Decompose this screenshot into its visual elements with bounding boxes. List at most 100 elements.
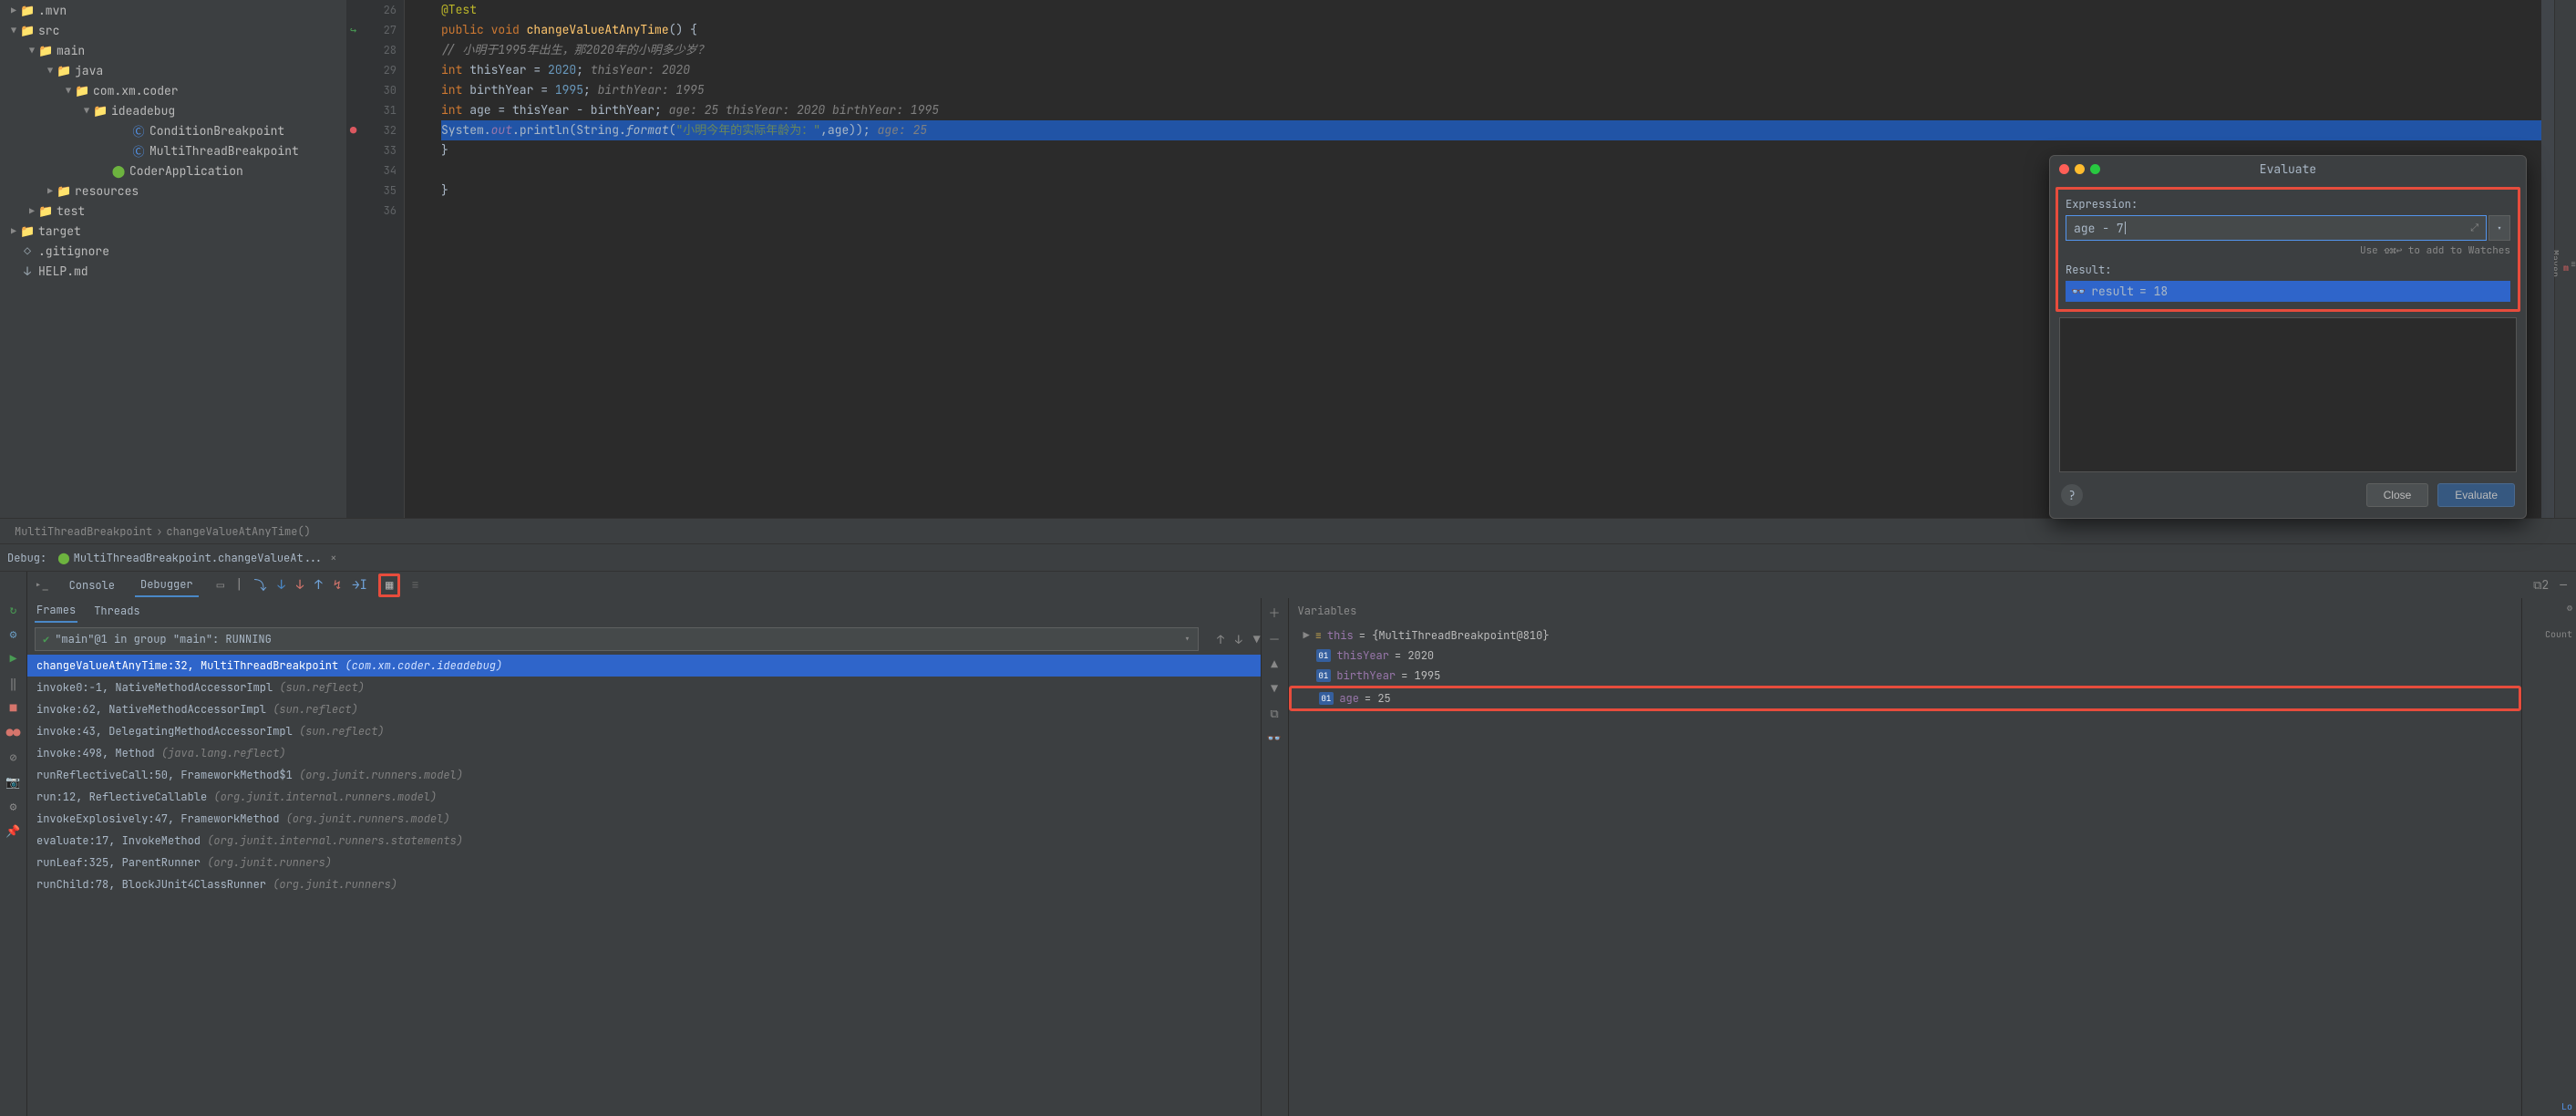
glasses-icon[interactable]: 👓 — [1267, 730, 1282, 746]
stack-frame[interactable]: runLeaf:325, ParentRunner (org.junit.run… — [27, 852, 1261, 873]
expand-icon[interactable]: ⤢ — [2470, 222, 2478, 234]
tree-item[interactable]: ▼📁src — [0, 20, 346, 40]
duplicate-icon[interactable]: ⧉ — [1270, 706, 1278, 721]
tree-item[interactable]: ▶📁resources — [0, 181, 346, 201]
resume-icon[interactable]: ▶ — [10, 651, 17, 666]
editor[interactable]: 26↪2728293031●3233343536 @Testpublic voi… — [346, 0, 2554, 518]
rerun-col — [0, 572, 27, 599]
count-label: Count — [2526, 628, 2572, 640]
close-button[interactable]: Close — [2366, 483, 2429, 507]
close-tab-icon[interactable]: × — [330, 551, 336, 565]
run-to-cursor-icon[interactable]: →I — [352, 577, 367, 594]
hide-icon[interactable]: — — [2560, 577, 2567, 593]
trace-icon[interactable]: ≡ — [411, 577, 418, 594]
history-dropdown[interactable]: ▾ — [2488, 215, 2510, 241]
tree-item[interactable]: ▼📁java — [0, 60, 346, 80]
rerun-icon[interactable]: ↻ — [10, 602, 17, 617]
step-out-icon[interactable]: ↑ — [314, 577, 322, 594]
stack-frame[interactable]: invoke:43, DelegatingMethodAccessorImpl … — [27, 720, 1261, 742]
tree-item[interactable]: ⒸConditionBreakpoint — [0, 120, 346, 140]
variable-row[interactable]: 01age = 25 — [1289, 686, 2522, 711]
chevron-down-icon[interactable]: ▾ — [1184, 632, 1190, 646]
dialog-titlebar[interactable]: Evaluate — [2050, 156, 2526, 181]
console-icon[interactable]: ▸_ — [35, 577, 49, 593]
minimize-icon[interactable] — [2075, 164, 2085, 174]
editor-scrollbar[interactable] — [2541, 0, 2554, 518]
prev-frame-icon[interactable]: ↑ — [1217, 632, 1224, 647]
next-frame-icon[interactable]: ↓ — [1235, 632, 1242, 647]
tree-item[interactable]: ⒸMultiThreadBreakpoint — [0, 140, 346, 160]
stack-frame[interactable]: evaluate:17, InvokeMethod (org.junit.int… — [27, 830, 1261, 852]
view-breakpoints-icon[interactable]: ●● — [6, 725, 21, 740]
pause-icon[interactable]: ‖ — [10, 676, 17, 691]
thread-dump-icon[interactable]: ⧉2 — [2533, 577, 2549, 593]
stack-frame[interactable]: runReflectiveCall:50, FrameworkMethod$1 … — [27, 764, 1261, 786]
breadcrumbs[interactable]: MultiThreadBreakpoint › changeValueAtAny… — [0, 518, 2576, 543]
breadcrumb-method[interactable]: changeValueAtAnyTime() — [166, 524, 310, 539]
gear-icon[interactable]: ⚙ — [2567, 602, 2572, 614]
result-row[interactable]: 👓 result = 18 — [2066, 281, 2510, 302]
help-button[interactable]: ? — [2061, 484, 2083, 506]
threads-tab[interactable]: Threads — [94, 604, 139, 618]
down-icon[interactable]: ▼ — [1271, 681, 1278, 697]
breadcrumb-class[interactable]: MultiThreadBreakpoint — [15, 524, 152, 539]
evaluate-button[interactable]: Evaluate — [2437, 483, 2515, 507]
tree-item[interactable]: ◇.gitignore — [0, 241, 346, 261]
step-into-icon[interactable]: ↓ — [277, 577, 284, 594]
frames-list[interactable]: changeValueAtAnyTime:32, MultiThreadBrea… — [27, 655, 1261, 895]
stack-frame[interactable]: runChild:78, BlockJUnit4ClassRunner (org… — [27, 873, 1261, 895]
remove-watch-icon[interactable]: － — [1268, 630, 1280, 647]
variables-list[interactable]: ▶ ≡this = {MultiThreadBreakpoint@810}01t… — [1289, 624, 2522, 713]
stack-frame[interactable]: invoke:62, NativeMethodAccessorImpl (sun… — [27, 698, 1261, 720]
expression-input[interactable]: age - 7 ⤢ — [2066, 215, 2487, 241]
up-icon[interactable]: ▲ — [1271, 656, 1278, 672]
snapshot-icon[interactable]: 📷 — [5, 774, 20, 790]
debugger-tab[interactable]: Debugger — [135, 574, 199, 597]
tree-item[interactable]: ▶📁target — [0, 221, 346, 241]
debug-toolwindow-header[interactable]: Debug: ⬤ MultiThreadBreakpoint.changeVal… — [0, 543, 2576, 571]
result-name: result — [2091, 284, 2134, 299]
stack-frame[interactable]: invokeExplosively:47, FrameworkMethod (o… — [27, 808, 1261, 830]
debug-toolbar: ▸_ Console Debugger ▭ | ⤵ ↓ ↓ ↑ ↯ →I ▦ ≡… — [0, 571, 2576, 598]
tree-item[interactable]: ▼📁com.xm.coder — [0, 80, 346, 100]
new-watch-icon[interactable]: ＋ — [1268, 604, 1280, 621]
log-link[interactable]: Lo — [2526, 1100, 2572, 1112]
step-over-icon[interactable]: ⤵ — [253, 576, 266, 594]
filter-icon[interactable]: ▼ — [1253, 632, 1261, 647]
console-tab[interactable]: Console — [64, 574, 120, 596]
tree-item[interactable]: ▼📁main — [0, 40, 346, 60]
debug-config-name[interactable]: MultiThreadBreakpoint.changeValueAt... — [74, 551, 324, 565]
pin-icon[interactable]: 📌 — [5, 823, 20, 839]
stack-frame[interactable]: invoke0:-1, NativeMethodAccessorImpl (su… — [27, 677, 1261, 698]
tree-item[interactable]: ▶📁test — [0, 201, 346, 221]
stack-frame[interactable]: changeValueAtAnyTime:32, MultiThreadBrea… — [27, 655, 1261, 677]
mute-breakpoints-icon[interactable]: ⊘ — [10, 749, 17, 765]
variables-panel: Variables ▶ ≡this = {MultiThreadBreakpoi… — [1288, 598, 2522, 1116]
zoom-icon[interactable] — [2090, 164, 2100, 174]
tree-item[interactable]: ▶📁.mvn — [0, 0, 346, 20]
variable-row[interactable]: 01birthYear = 1995 — [1289, 666, 2522, 686]
force-step-into-icon[interactable]: ↓ — [296, 577, 304, 594]
right-tool-stripe[interactable]: ≡ m Maven — [2554, 0, 2576, 518]
tree-item[interactable]: ⬤CoderApplication — [0, 160, 346, 181]
modify-run-icon[interactable]: ⚙ — [10, 626, 17, 642]
settings-icon[interactable]: ⚙ — [10, 799, 17, 814]
close-icon[interactable] — [2059, 164, 2069, 174]
variable-row[interactable]: 01thisYear = 2020 — [1289, 646, 2522, 666]
tree-item[interactable]: ↓HELP.md — [0, 261, 346, 281]
stack-frame[interactable]: run:12, ReflectiveCallable (org.junit.in… — [27, 786, 1261, 808]
stack-frame[interactable]: invoke:498, Method (java.lang.reflect) — [27, 742, 1261, 764]
tree-item[interactable]: ▼📁ideadebug — [0, 100, 346, 120]
drop-frame-icon[interactable]: ↯ — [334, 577, 341, 594]
frames-tab[interactable]: Frames — [35, 599, 77, 623]
evaluate-dialog[interactable]: Evaluate Expression: age - 7 ⤢ ▾ Use ⇧⌘↩… — [2049, 155, 2527, 519]
evaluate-expression-button[interactable]: ▦ — [378, 574, 400, 597]
project-tree[interactable]: ▶📁.mvn▼📁src▼📁main▼📁java▼📁com.xm.coder▼📁i… — [0, 0, 346, 518]
thread-selector[interactable]: ✔ "main"@1 in group "main": RUNNING ▾ — [35, 627, 1199, 651]
variables-title: Variables — [1289, 598, 2522, 624]
debug-label: Debug: — [7, 551, 46, 565]
variable-row[interactable]: ▶ ≡this = {MultiThreadBreakpoint@810} — [1289, 625, 2522, 646]
layout-icon[interactable]: ▭ — [217, 577, 224, 594]
result-detail-area[interactable] — [2059, 317, 2517, 472]
stop-icon[interactable]: ■ — [10, 700, 17, 716]
